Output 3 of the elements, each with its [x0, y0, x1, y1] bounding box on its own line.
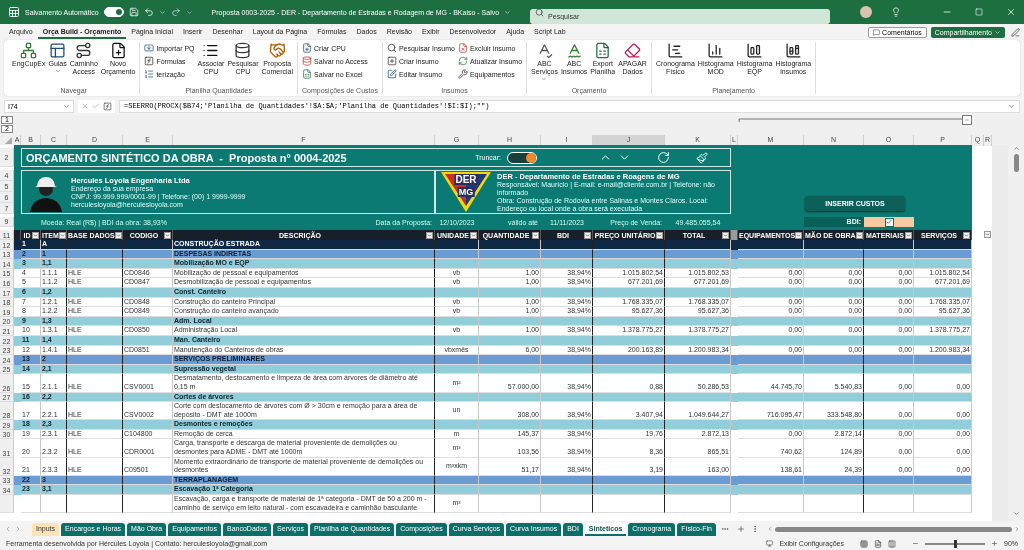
sheet-title: ORÇAMENTO SINTÉTICO DA OBRA - Proposta n° 0004-2025: [26, 151, 347, 164]
logo-text: MG: [457, 187, 475, 197]
logo-text: DER: [454, 174, 478, 185]
